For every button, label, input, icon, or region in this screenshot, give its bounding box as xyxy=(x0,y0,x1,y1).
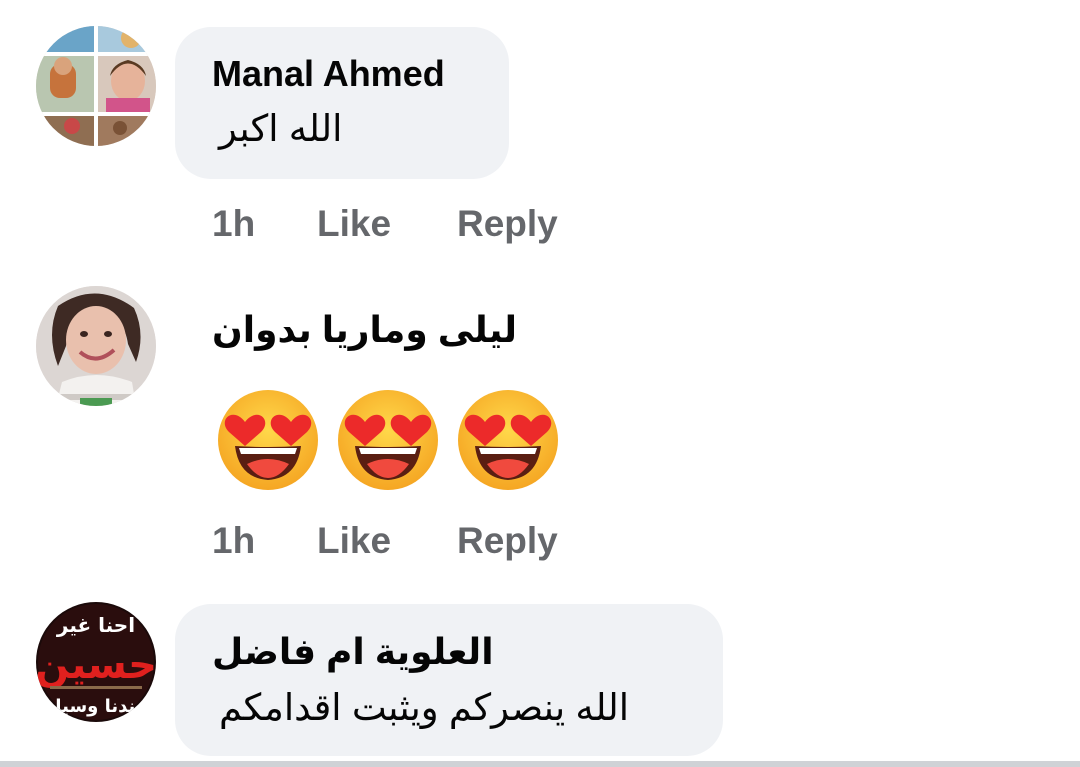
reply-button[interactable]: Reply xyxy=(457,519,558,563)
heart-eyes-emoji-icon xyxy=(333,382,443,492)
comment-author[interactable]: ليلى وماريا بدوان xyxy=(212,310,517,350)
heart-eyes-emoji-icon xyxy=(453,382,563,492)
comment-bubble[interactable]: Manal Ahmed الله اكبر xyxy=(175,27,509,179)
comment-text: الله اكبر xyxy=(219,108,343,149)
avatar-text-image: احنا غير حسين عندنا وسيلة xyxy=(36,602,156,722)
svg-text:عندنا وسيلة: عندنا وسيلة xyxy=(44,696,148,717)
comment-item: ليلى وماريا بدوان 1h Like Reply xyxy=(0,260,1080,590)
comment-timestamp[interactable]: 1h xyxy=(212,202,255,246)
avatar-collage-image xyxy=(36,26,156,146)
comment-item: Manal Ahmed الله اكبر 1h Like Reply xyxy=(0,0,1080,260)
heart-eyes-emoji-icon xyxy=(213,382,323,492)
comment-timestamp[interactable]: 1h xyxy=(212,519,255,563)
reply-button[interactable]: Reply xyxy=(457,202,558,246)
comment-author[interactable]: العلوية ام فاضل xyxy=(212,632,494,672)
like-button[interactable]: Like xyxy=(317,202,391,246)
comment-author[interactable]: Manal Ahmed xyxy=(212,54,445,94)
like-button[interactable]: Like xyxy=(317,519,391,563)
avatar[interactable] xyxy=(36,26,156,146)
avatar[interactable] xyxy=(36,286,156,406)
divider xyxy=(0,761,1080,767)
svg-text:حسين: حسين xyxy=(36,642,156,688)
comment-item: احنا غير حسين عندنا وسيلة العلوية ام فاض… xyxy=(0,590,1080,761)
comment-text: الله ينصركم ويثبت اقدامكم xyxy=(219,687,630,728)
comment-bubble[interactable]: العلوية ام فاضل الله ينصركم ويثبت اقدامك… xyxy=(175,604,723,756)
avatar-girl-image xyxy=(36,286,156,406)
avatar[interactable]: احنا غير حسين عندنا وسيلة xyxy=(36,602,156,722)
svg-text:احنا غير: احنا غير xyxy=(56,613,135,637)
